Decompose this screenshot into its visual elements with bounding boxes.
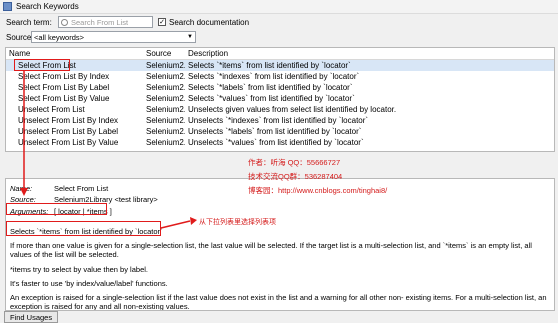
detail-paragraph: If more than one value is given for a si… — [10, 241, 532, 259]
detail-paragraph: An exception is raised for a single-sele… — [10, 293, 547, 311]
row-description: Selects `*items` from list identified by… — [188, 61, 351, 70]
table-row[interactable]: Unselect From List By Value Selenium2...… — [6, 137, 554, 148]
table-header: Name Source Description — [6, 48, 554, 60]
footer-bar: Find Usages — [0, 311, 558, 323]
table-row[interactable]: Unselect From List Selenium2... Unselect… — [6, 104, 554, 115]
detail-name-row: Name: Select From List — [10, 184, 108, 193]
row-name: Unselect From List By Value — [18, 138, 119, 147]
row-description: Selects `*values` from list identified b… — [188, 94, 355, 103]
row-description: Unselects `*values` from list identified… — [188, 138, 364, 147]
column-header-description[interactable]: Description — [185, 49, 554, 58]
source-selected-value: <all keywords> — [34, 32, 85, 42]
detail-name-value: Select From List — [54, 184, 109, 193]
search-input[interactable] — [71, 17, 151, 27]
row-description: Selects `*labels` from list identified b… — [188, 83, 353, 92]
row-source: Selenium2... — [146, 83, 185, 92]
chevron-down-icon: ▼ — [187, 34, 193, 40]
keyword-details-panel: Name: Select From List Source: Selenium2… — [5, 178, 555, 311]
highlight-box-summary — [6, 221, 161, 236]
table-row[interactable]: Select From List Selenium2... Selects `*… — [6, 60, 554, 71]
row-source: Selenium2... — [146, 105, 185, 114]
table-row[interactable]: Select From List By Label Selenium2... S… — [6, 82, 554, 93]
highlight-box-select-from-list — [14, 59, 70, 71]
row-source: Selenium2... — [146, 61, 185, 70]
search-icon — [61, 18, 68, 26]
search-row: Search term: ✓ Search documentation — [0, 15, 558, 29]
search-documentation-checkbox[interactable]: ✓ — [158, 18, 166, 26]
row-description: Unselects `*indexes` from list identifie… — [188, 116, 369, 125]
row-description: Selects `*indexes` from list identified … — [188, 72, 360, 81]
detail-paragraph: It's faster to use 'by index/value/label… — [10, 279, 168, 288]
detail-paragraph: *items try to select by value then by la… — [10, 265, 148, 274]
row-source: Selenium2... — [146, 116, 185, 125]
row-description: Unselects `*labels` from list identified… — [188, 127, 362, 136]
row-source: Selenium2... — [146, 138, 185, 147]
app-icon — [3, 2, 12, 11]
search-documentation-label: Search documentation — [169, 17, 250, 27]
annotation-blog: 博客园：http://www.cnblogs.com/tinghai8/ — [248, 186, 388, 195]
window-title: Search Keywords — [16, 2, 79, 11]
annotation-qq-group: 技术交流QQ群：536287404 — [248, 172, 343, 181]
row-name: Select From List By Label — [18, 83, 110, 92]
source-label: Source: — [6, 32, 34, 42]
table-row[interactable]: Select From List By Value Selenium2... S… — [6, 93, 554, 104]
row-name: Unselect From List By Index — [18, 116, 119, 125]
find-usages-button[interactable]: Find Usages — [4, 311, 59, 323]
search-term-label: Search term: — [6, 17, 52, 27]
row-name: Unselect From List — [18, 105, 85, 114]
row-source: Selenium2... — [146, 94, 185, 103]
title-bar: Search Keywords — [0, 0, 558, 14]
table-row[interactable]: Unselect From List By Index Selenium2...… — [6, 115, 554, 126]
row-name: Select From List By Value — [18, 94, 110, 103]
column-header-source[interactable]: Source — [143, 49, 185, 58]
annotation-author: 作者：听海 QQ：55666727 — [248, 158, 341, 167]
row-description: Unselects given values from select list … — [188, 105, 397, 114]
detail-name-key: Name: — [10, 184, 33, 193]
table-row[interactable]: Unselect From List By Label Selenium2...… — [6, 126, 554, 137]
row-name: Unselect From List By Label — [18, 127, 119, 136]
annotation-note: 从下拉列表里选择列表项 — [199, 219, 276, 226]
keyword-table: Name Source Description Select From List… — [5, 47, 555, 152]
source-dropdown[interactable]: <all keywords> ▼ — [31, 31, 196, 43]
table-row[interactable]: Select From List By Index Selenium2... S… — [6, 71, 554, 82]
row-source: Selenium2... — [146, 127, 185, 136]
column-header-name[interactable]: Name — [6, 49, 143, 58]
row-name: Select From List By Index — [18, 72, 110, 81]
source-row: Source: <all keywords> ▼ — [0, 30, 558, 44]
row-source: Selenium2... — [146, 72, 185, 81]
search-box[interactable] — [58, 16, 153, 28]
highlight-box-arguments — [6, 203, 107, 215]
